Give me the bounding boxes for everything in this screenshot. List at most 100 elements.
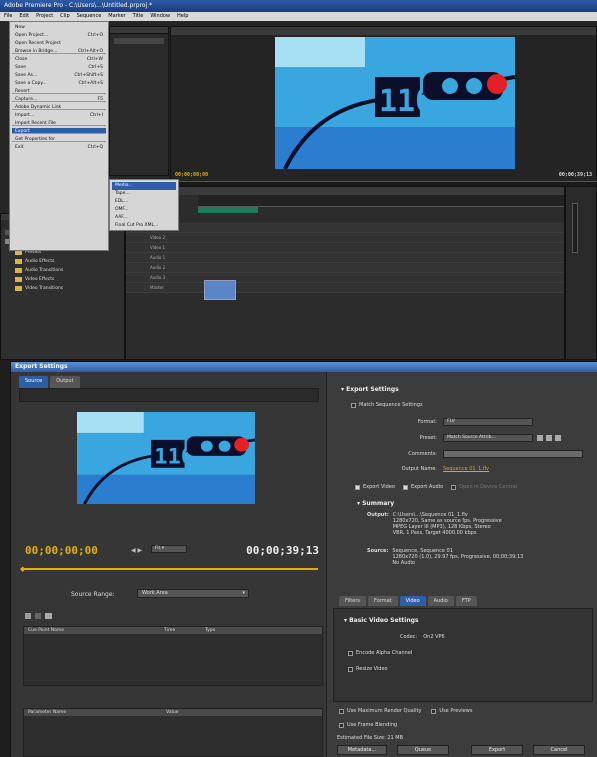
format-select[interactable]: FLV <box>443 418 533 426</box>
settings-tab[interactable]: Audio <box>427 596 454 606</box>
export-video-row[interactable]: Export Video <box>355 484 395 490</box>
preview-tabs: Source Output <box>19 376 80 388</box>
menu-item[interactable]: Project <box>36 13 53 20</box>
resize-video-row[interactable]: Resize Video <box>348 666 592 672</box>
frame-blending-checkbox[interactable] <box>339 722 344 728</box>
file-menu-item[interactable]: New <box>12 24 106 32</box>
file-menu-item[interactable]: Browse in Bridge... Ctrl+Alt+O <box>12 48 106 54</box>
queue-button[interactable]: Queue <box>397 745 449 755</box>
timeline-ruler[interactable] <box>198 195 564 207</box>
file-menu-item[interactable]: Save a Copy... Ctrl+Alt+S <box>12 80 106 88</box>
basic-video-header[interactable]: ▾ Basic Video Settings <box>344 617 592 624</box>
file-menu-item[interactable]: Export <box>12 128 106 134</box>
device-central-row[interactable]: Open in Device Central <box>451 484 517 490</box>
save-preset-icon[interactable] <box>537 435 543 441</box>
file-menu-item[interactable]: Adobe Dynamic Link <box>12 104 106 110</box>
export-audio-row[interactable]: Export Audio <box>402 484 443 490</box>
encode-alpha-row[interactable]: Encode Alpha Channel <box>348 650 592 656</box>
frame-blending-row[interactable]: Use Frame Blending <box>339 722 397 728</box>
max-render-row[interactable]: Use Maximum Render Quality <box>339 708 421 714</box>
codec-value[interactable]: On2 VP6 <box>423 634 445 640</box>
file-menu-item[interactable]: Save Ctrl+S <box>12 64 106 72</box>
duration-timecode: 00;00;39;13 <box>246 544 319 557</box>
file-menu-item[interactable]: Import... Ctrl+I <box>12 112 106 120</box>
file-menu-item[interactable]: Revert <box>12 88 106 94</box>
menu-item[interactable]: Edit <box>19 13 29 20</box>
export-submenu-item[interactable]: EDL... <box>112 198 176 206</box>
settings-tab[interactable]: FTP <box>455 596 477 606</box>
codec-label: Codec: <box>400 634 418 640</box>
menu-item[interactable]: Help <box>177 13 188 20</box>
file-menu-item[interactable]: Import Recent File <box>12 120 106 126</box>
dialog-buttons: Metadata... Queue Export Cancel <box>337 745 585 755</box>
match-sequence-row[interactable]: Match Sequence Settings <box>351 402 423 408</box>
current-timecode[interactable]: 00;00;00;00 <box>25 544 98 557</box>
menu-item-label: Import Recent File <box>15 121 56 126</box>
tab-output[interactable]: Output <box>50 376 80 388</box>
frame-step-icons[interactable]: ◀ ▶ <box>131 547 142 554</box>
preset-select[interactable]: Match Source Attrib... <box>443 434 533 442</box>
file-menu-item[interactable]: Open Project... Ctrl+O <box>12 32 106 40</box>
tab-source[interactable]: Source <box>19 376 49 388</box>
track-label: Video 2 <box>150 235 166 240</box>
timeline-track[interactable]: Video 2 <box>126 233 564 243</box>
export-button[interactable]: Export <box>471 745 523 755</box>
timeline-track[interactable]: Audio 3 <box>126 273 564 283</box>
settings-tab[interactable]: Format <box>368 596 398 606</box>
folder-icon[interactable] <box>45 613 52 619</box>
bin-item[interactable]: Video Transitions <box>1 284 124 293</box>
zoom-select[interactable]: Fit ▾ <box>151 545 187 553</box>
file-menu-item[interactable]: Get Properties for <box>12 136 106 142</box>
match-sequence-checkbox[interactable] <box>351 402 356 408</box>
export-submenu-item[interactable]: Tape... <box>112 190 176 198</box>
delete-preset-icon[interactable] <box>555 435 561 441</box>
menu-item[interactable]: Marker <box>108 13 125 20</box>
export-audio-checkbox[interactable] <box>402 484 408 490</box>
timeline-track[interactable]: Audio 1 <box>126 253 564 263</box>
menu-item[interactable]: Window <box>150 13 170 20</box>
timeline-track[interactable]: Master <box>126 283 564 293</box>
source-range-select[interactable]: Work Area ▾ <box>137 589 249 598</box>
export-submenu-item[interactable]: AAF... <box>112 214 176 222</box>
add-cue-icon[interactable] <box>25 613 31 619</box>
bin-item[interactable]: Video Effects <box>1 275 124 284</box>
bin-item[interactable]: Audio Effects <box>1 257 124 266</box>
menu-item[interactable]: Clip <box>60 13 69 20</box>
settings-tab[interactable]: Video <box>399 596 426 606</box>
menu-item[interactable]: File <box>4 13 12 20</box>
file-menu-item[interactable]: Exit Ctrl+Q <box>12 144 106 152</box>
export-submenu-item[interactable]: Final Cut Pro XML... <box>112 222 176 230</box>
export-video-checkbox[interactable] <box>355 484 360 490</box>
menu-item[interactable]: Title <box>133 13 144 20</box>
encode-alpha-checkbox[interactable] <box>348 650 353 656</box>
menu-item[interactable]: Sequence <box>77 13 102 20</box>
comments-field[interactable] <box>443 450 583 458</box>
metadata-button[interactable]: Metadata... <box>337 745 387 755</box>
max-render-checkbox[interactable] <box>339 708 344 714</box>
timeline-track[interactable]: Audio 2 <box>126 263 564 273</box>
resize-video-checkbox[interactable] <box>348 666 353 672</box>
timeline-track[interactable]: Video 1 <box>126 243 564 253</box>
device-central-checkbox[interactable] <box>451 484 457 490</box>
video-clip[interactable] <box>204 280 236 300</box>
file-menu-item[interactable]: Save As... Ctrl+Shift+S <box>12 72 106 80</box>
use-previews-row[interactable]: Use Previews <box>431 708 472 714</box>
bin-item[interactable]: Audio Transitions <box>1 266 124 275</box>
file-menu-item[interactable]: Close Ctrl+W <box>12 56 106 64</box>
cancel-button[interactable]: Cancel <box>533 745 585 755</box>
export-submenu-item[interactable]: OMF... <box>112 206 176 214</box>
import-preset-icon[interactable] <box>546 435 552 441</box>
work-area-bar[interactable]: ◆ <box>20 565 318 574</box>
file-menu-item[interactable]: Open Recent Project <box>12 40 106 48</box>
export-submenu-item[interactable]: Media... <box>112 182 176 190</box>
use-previews-checkbox[interactable] <box>431 708 437 714</box>
summary-header[interactable]: ▾ Summary <box>357 500 394 507</box>
output-name-link[interactable]: Sequence 01_1.flv <box>443 466 489 472</box>
premiere-window: Adobe Premiere Pro - C:\Users\...\Untitl… <box>0 0 597 360</box>
timeline-track[interactable]: Video 3 <box>126 223 564 233</box>
settings-tab[interactable]: Filters <box>339 596 366 606</box>
playhead-icon[interactable]: ◆ <box>20 565 25 573</box>
remove-cue-icon[interactable] <box>35 613 41 619</box>
file-menu-item[interactable]: Capture... F5 <box>12 96 106 102</box>
menu-item-label: Browse in Bridge... <box>15 49 58 54</box>
